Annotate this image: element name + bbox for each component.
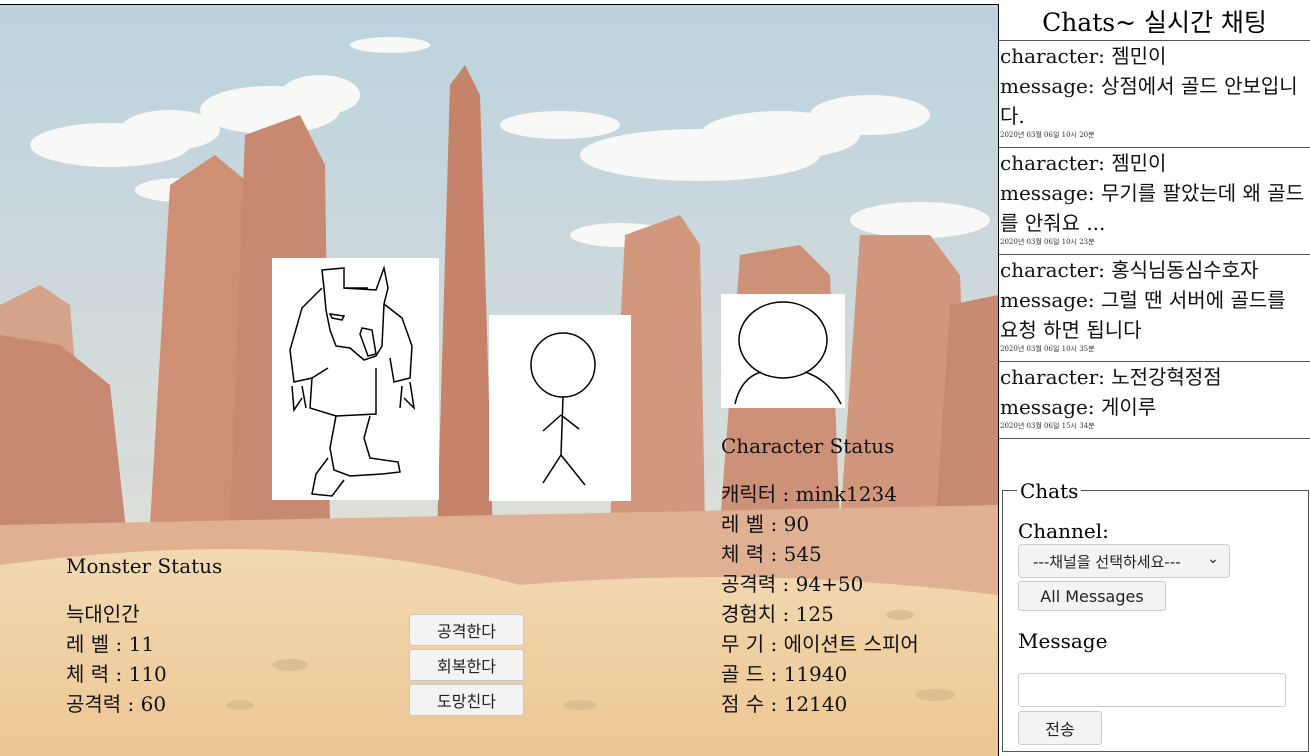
- chat-composer: Chats Channel: ---채널을 선택하세요--- ⌄ All Mes…: [1002, 479, 1309, 752]
- character-exp: 경험치 : 125: [721, 602, 834, 626]
- chat-message-text: message: 무기를 팔았는데 왜 골드를 안줘요 ...: [1000, 181, 1305, 235]
- monster-status-title: Monster Status: [66, 554, 223, 578]
- chat-message-character: character: 젬민이: [1000, 151, 1167, 175]
- send-button[interactable]: 전송: [1018, 711, 1102, 745]
- chat-message-text: message: 그럴 땐 서버에 골드를 요청 하면 됩니다: [1000, 288, 1286, 342]
- chat-message: character: 젬민이 message: 무기를 팔았는데 왜 골드를 안…: [999, 148, 1310, 255]
- chat-title: Chats~ 실시간 채팅: [999, 4, 1310, 41]
- character-gold: 골 드 : 11940: [721, 662, 848, 686]
- character-weapon: 무 기 : 에이션트 스피어: [721, 632, 919, 656]
- chat-message-text: message: 상점에서 골드 안보입니다.: [1000, 74, 1298, 128]
- stick-figure-image: [489, 315, 631, 501]
- chat-message-character: character: 젬민이: [1000, 44, 1167, 68]
- chat-message-time: 2020년 03월 06일 10시 23분: [1000, 238, 1095, 246]
- chat-message-character: character: 노전강혁정점: [1000, 365, 1222, 389]
- chat-message: character: 노전강혁정점 message: 게이루 2020년 03월…: [999, 362, 1310, 439]
- chat-message-time: 2020년 03월 06일 10시 35분: [1000, 345, 1095, 353]
- monster-status-list: 늑대인간 레 벨 : 11 체 력 : 110 공격력 : 60: [66, 599, 167, 719]
- flee-button[interactable]: 도망친다: [409, 684, 524, 716]
- channel-select[interactable]: ---채널을 선택하세요--- ⌄: [1018, 544, 1230, 578]
- character-avatar: [721, 294, 845, 408]
- all-messages-button[interactable]: All Messages: [1018, 581, 1166, 611]
- character-status-list: 캐릭터 : mink1234 레 벨 : 90 체 력 : 545 공격력 : …: [721, 479, 919, 719]
- avatar-icon: [734, 301, 842, 405]
- monster-image: [272, 258, 439, 500]
- character-attack: 공격력 : 94+50: [721, 572, 864, 596]
- composer-legend: Chats: [1017, 479, 1082, 503]
- chat-message: character: 홍식님동심수호자 message: 그럴 땐 서버에 골드…: [999, 255, 1310, 362]
- chat-message-time: 2020년 03월 06일 15시 34분: [1000, 422, 1095, 430]
- chat-message: character: 젬민이 message: 상점에서 골드 안보입니다. 2…: [999, 41, 1310, 148]
- werewolf-icon: [289, 265, 416, 497]
- stick-figure-icon: [530, 332, 596, 486]
- chat-message-character: character: 홍식님동심수호자: [1000, 258, 1259, 282]
- game-area: Monster Status 늑대인간 레 벨 : 11 체 력 : 110 공…: [0, 4, 999, 756]
- channel-select-value: ---채널을 선택하세요---: [1033, 552, 1181, 571]
- character-level: 레 벨 : 90: [721, 512, 810, 536]
- monster-level: 레 벨 : 11: [66, 632, 155, 656]
- monster-hp: 체 력 : 110: [66, 662, 167, 686]
- character-score: 점 수 : 12140: [721, 692, 848, 716]
- monster-name: 늑대인간: [66, 602, 140, 626]
- chevron-down-icon: ⌄: [1207, 551, 1219, 567]
- chat-message-text: message: 게이루: [1000, 395, 1157, 419]
- message-label: Message: [1018, 629, 1108, 653]
- channel-label: Channel:: [1018, 519, 1109, 543]
- character-hp: 체 력 : 545: [721, 542, 822, 566]
- character-status-title: Character Status: [721, 434, 895, 458]
- chat-panel: Chats~ 실시간 채팅 character: 젬민이 message: 상점…: [999, 4, 1310, 755]
- heal-button[interactable]: 회복한다: [409, 649, 524, 681]
- chat-message-time: 2020년 03월 06일 10시 20분: [1000, 131, 1095, 139]
- attack-button[interactable]: 공격한다: [409, 614, 524, 646]
- monster-attack: 공격력 : 60: [66, 692, 167, 716]
- character-name: 캐릭터 : mink1234: [721, 482, 897, 506]
- message-input[interactable]: [1018, 673, 1286, 707]
